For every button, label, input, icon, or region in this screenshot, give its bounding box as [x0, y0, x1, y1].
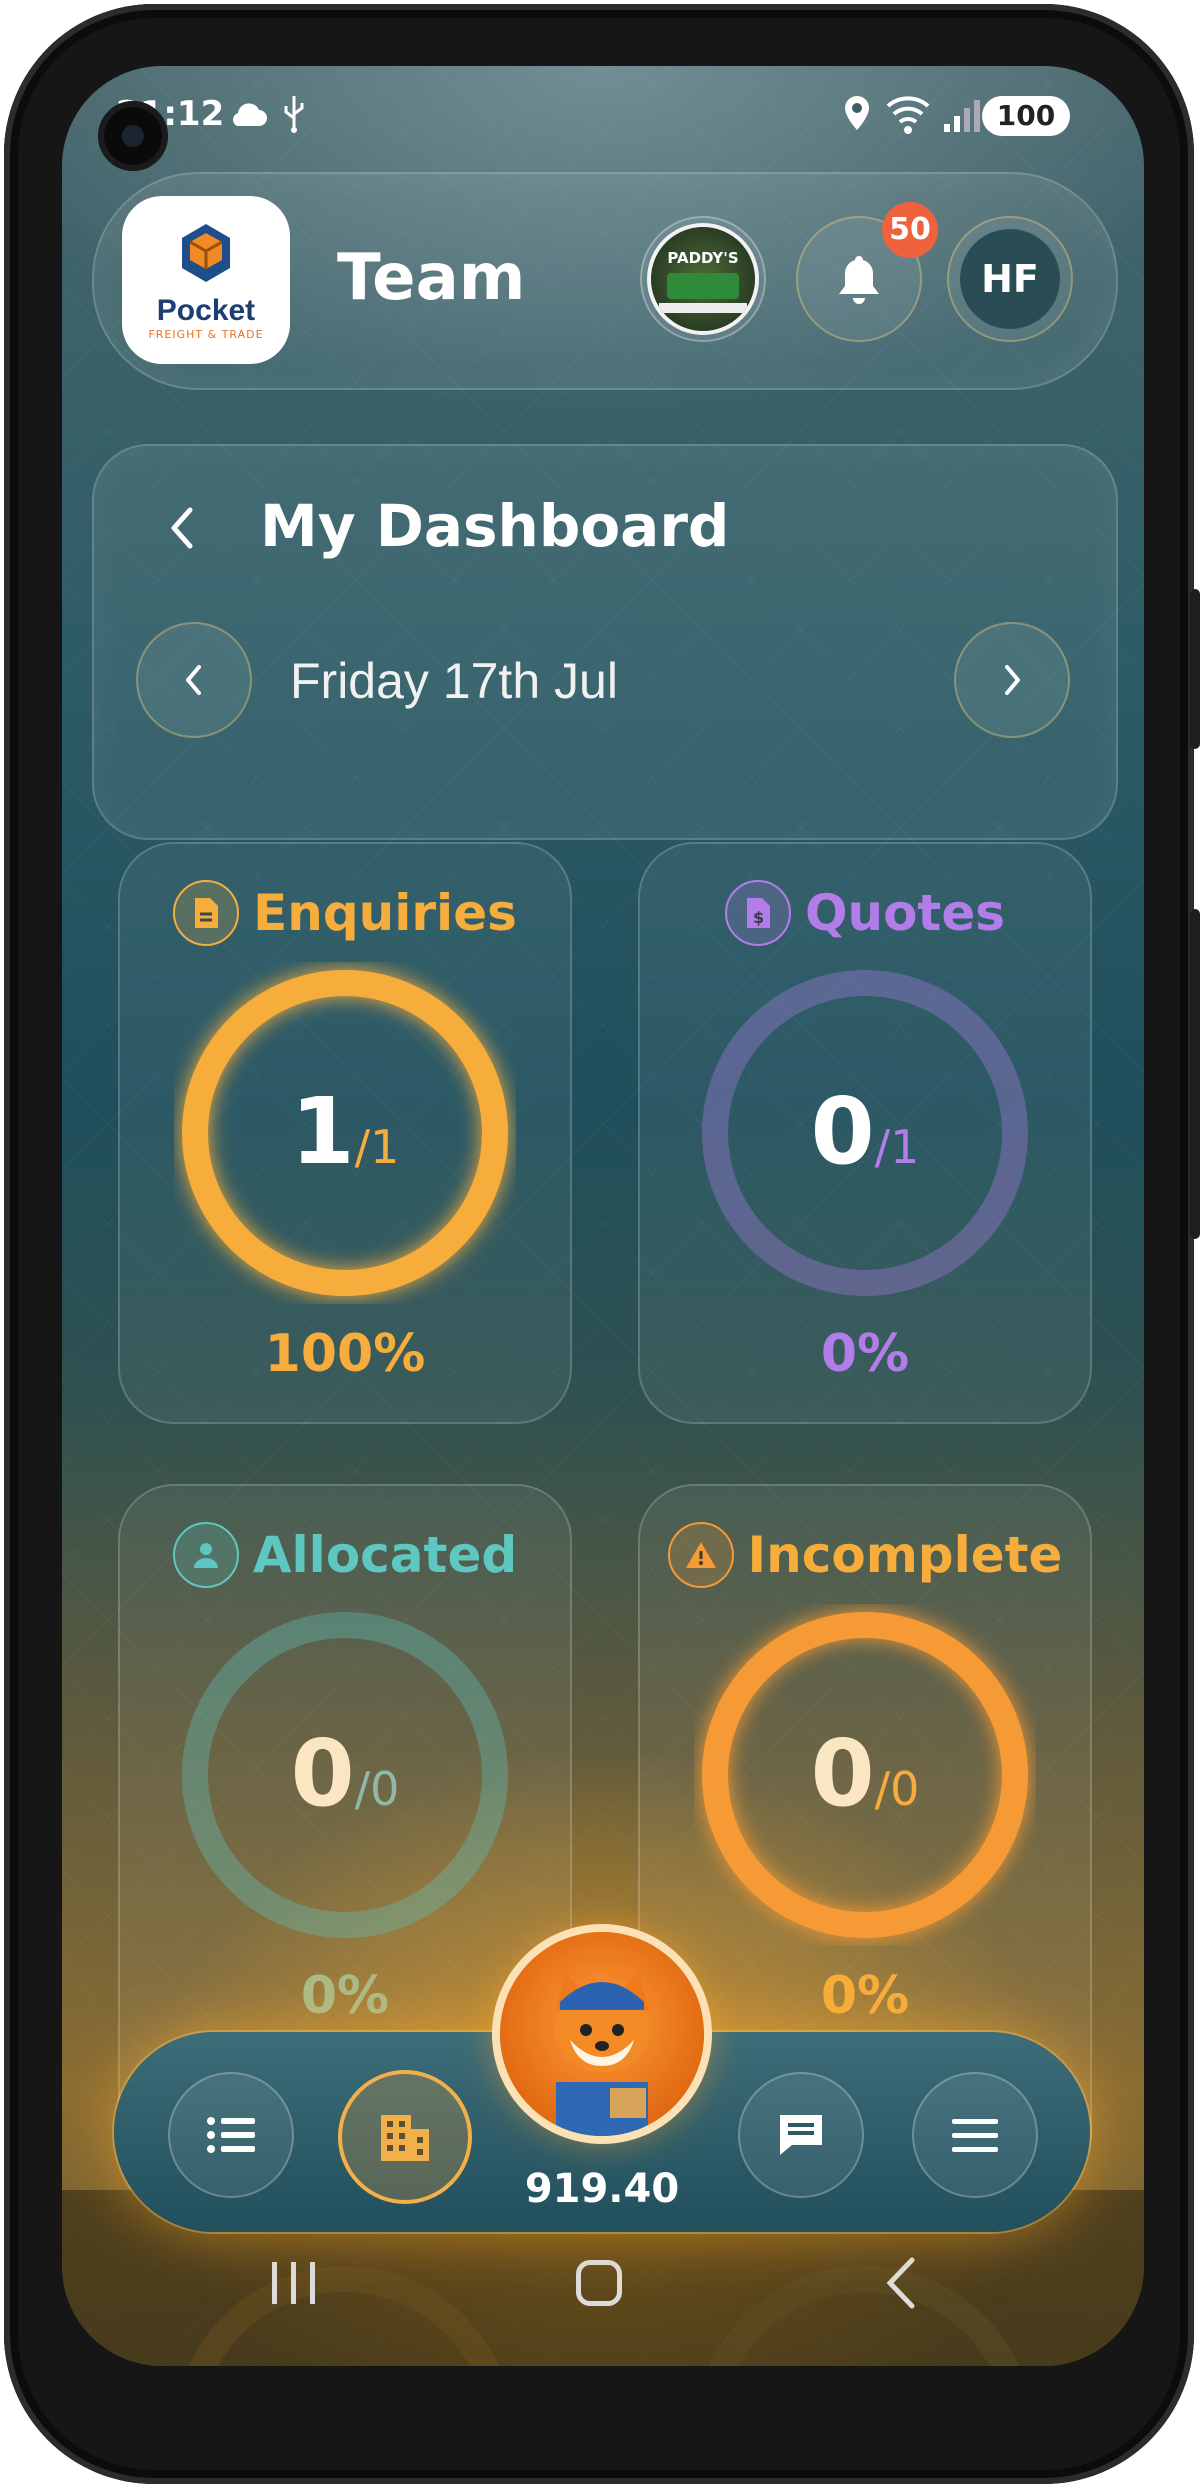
front-camera — [98, 101, 168, 171]
quotes-card[interactable]: $ Quotes 0/1 0% — [638, 842, 1092, 1424]
logo-text: Pocket — [156, 294, 256, 327]
power-button — [1190, 909, 1200, 1239]
document-icon — [173, 880, 240, 946]
card-value: 0 — [290, 1720, 355, 1827]
list-icon — [207, 2117, 255, 2153]
volume-button — [1190, 589, 1200, 749]
enquiries-card[interactable]: Enquiries 1/1 100% — [118, 842, 572, 1424]
card-percent: 0% — [820, 1324, 910, 1384]
signal-icon — [944, 100, 980, 132]
quotes-value: 0/1 — [640, 1078, 1090, 1185]
system-back-button[interactable] — [882, 2256, 922, 2310]
current-date: Friday 17th Jul — [290, 653, 618, 709]
recent-apps-button[interactable] — [272, 2262, 315, 2304]
card-value: 0 — [810, 1720, 875, 1827]
chevron-right-icon — [1005, 665, 1020, 695]
next-date-button[interactable] — [954, 622, 1070, 738]
enquiries-card-header: Enquiries — [120, 880, 570, 946]
allocated-card-header: Allocated — [120, 1522, 570, 1588]
page-title: Team — [337, 241, 526, 315]
company-logo: PADDY'S — [651, 227, 755, 331]
chevron-left-icon — [186, 665, 201, 695]
location-icon — [845, 96, 869, 130]
chat-icon — [780, 2115, 822, 2155]
chevron-left-icon — [171, 507, 193, 549]
truck-icon — [667, 273, 739, 299]
card-label: Allocated — [252, 1526, 518, 1584]
incomplete-value: 0/0 — [640, 1720, 1090, 1827]
card-total: /1 — [354, 1120, 400, 1174]
battery-level: 100 — [996, 99, 1056, 132]
cloud-icon — [233, 103, 267, 126]
logo-subtext: FREIGHT & TRADE — [148, 328, 264, 341]
back-button[interactable] — [166, 506, 198, 550]
quotes-card-header: $ Quotes — [640, 880, 1090, 946]
bell-icon — [839, 256, 879, 304]
status-bar: 21:12 100 — [62, 86, 1144, 146]
wifi-icon — [886, 96, 930, 134]
company-badge[interactable]: PADDY'S — [640, 216, 766, 342]
card-total: /0 — [354, 1762, 400, 1816]
balance-amount: 919.40 — [524, 2166, 680, 2212]
box-logo-icon — [182, 224, 230, 282]
mascot-avatar-button[interactable] — [500, 1932, 704, 2136]
company-logo-text: PADDY'S — [667, 249, 739, 267]
fox-mascot-icon — [554, 1972, 650, 2136]
card-percent: 0% — [820, 1966, 910, 2026]
hamburger-icon — [952, 2119, 998, 2152]
previous-date-button[interactable] — [136, 622, 252, 738]
building-icon — [381, 2115, 429, 2161]
incomplete-card-header: Incomplete — [640, 1522, 1090, 1588]
list-button[interactable] — [168, 2072, 294, 2198]
svg-text:$: $ — [753, 908, 764, 927]
card-label: Quotes — [804, 884, 1006, 942]
card-total: /0 — [874, 1762, 920, 1816]
person-icon — [172, 1522, 239, 1588]
home-button[interactable] — [576, 2260, 622, 2306]
user-avatar-button[interactable]: HF — [947, 216, 1073, 342]
usb-icon — [284, 96, 304, 133]
menu-button[interactable] — [912, 2072, 1038, 2198]
enquiries-value: 1/1 — [120, 1078, 570, 1185]
card-value: 1 — [290, 1078, 355, 1185]
allocated-value: 0/0 — [120, 1720, 570, 1827]
app-logo[interactable]: Pocket FREIGHT & TRADE — [122, 196, 290, 364]
card-percent: 100% — [264, 1324, 426, 1384]
invoice-icon: $ — [724, 880, 791, 946]
warning-icon — [667, 1522, 734, 1588]
card-label: Enquiries — [253, 884, 517, 942]
notification-count-badge: 50 — [882, 202, 938, 258]
company-banner — [659, 303, 747, 313]
avatar: HF — [960, 229, 1060, 329]
card-value: 0 — [810, 1078, 875, 1185]
card-total: /1 — [874, 1120, 920, 1174]
card-label: Incomplete — [747, 1526, 1063, 1584]
chat-button[interactable] — [738, 2072, 864, 2198]
dashboard-title: My Dashboard — [260, 492, 730, 560]
app-screen: 21:12 100 Pocket FREIGHT & TRADE Team PA… — [62, 66, 1144, 2366]
battery-indicator: 100 — [982, 96, 1070, 136]
